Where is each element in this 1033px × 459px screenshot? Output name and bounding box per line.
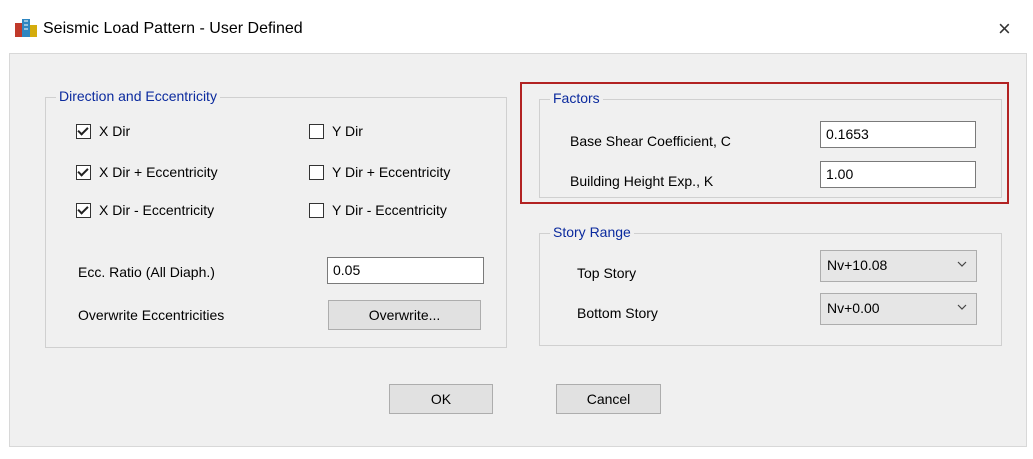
checkbox-checked-icon[interactable] (76, 164, 91, 180)
app-icon (15, 19, 37, 37)
checkbox-x-dir-minus-ecc[interactable]: X Dir - Eccentricity (76, 202, 214, 218)
checkbox-label: Y Dir (332, 123, 363, 139)
direction-group-title: Direction and Eccentricity (56, 88, 220, 104)
cancel-button[interactable]: Cancel (556, 384, 661, 414)
ok-button[interactable]: OK (389, 384, 493, 414)
factors-highlight-frame (520, 82, 1009, 204)
story-range-group-title: Story Range (550, 224, 634, 240)
checkbox-unchecked-icon[interactable] (309, 202, 324, 218)
checkbox-label: X Dir (99, 123, 131, 139)
top-story-label: Top Story (577, 265, 637, 281)
ecc-ratio-input[interactable]: 0.05 (327, 257, 484, 284)
chevron-down-icon (957, 261, 967, 267)
top-story-value: Nv+10.08 (827, 257, 888, 273)
bottom-story-label: Bottom Story (577, 305, 658, 321)
checkbox-label: X Dir - Eccentricity (99, 202, 215, 218)
close-icon[interactable]: × (998, 18, 1011, 40)
checkbox-x-dir[interactable]: X Dir (76, 123, 130, 139)
ecc-ratio-label: Ecc. Ratio (All Diaph.) (78, 264, 215, 280)
checkbox-x-dir-plus-ecc[interactable]: X Dir + Eccentricity (76, 164, 218, 180)
checkbox-y-dir-plus-ecc[interactable]: Y Dir + Eccentricity (309, 164, 450, 180)
checkbox-y-dir[interactable]: Y Dir (309, 123, 363, 139)
checkbox-checked-icon[interactable] (76, 123, 91, 139)
checkbox-y-dir-minus-ecc[interactable]: Y Dir - Eccentricity (309, 202, 447, 218)
checkbox-unchecked-icon[interactable] (309, 164, 324, 180)
bottom-story-value: Nv+0.00 (827, 300, 880, 316)
overwrite-eccentricities-label: Overwrite Eccentricities (78, 307, 225, 323)
checkbox-label: Y Dir + Eccentricity (332, 164, 451, 180)
checkbox-label: X Dir + Eccentricity (99, 164, 218, 180)
window-title: Seismic Load Pattern - User Defined (43, 20, 303, 37)
overwrite-button[interactable]: Overwrite... (328, 300, 481, 330)
checkbox-label: Y Dir - Eccentricity (332, 202, 447, 218)
checkbox-unchecked-icon[interactable] (309, 123, 324, 139)
chevron-down-icon (957, 304, 967, 310)
checkbox-checked-icon[interactable] (76, 202, 91, 218)
top-story-select[interactable]: Nv+10.08 (820, 250, 977, 282)
bottom-story-select[interactable]: Nv+0.00 (820, 293, 977, 325)
